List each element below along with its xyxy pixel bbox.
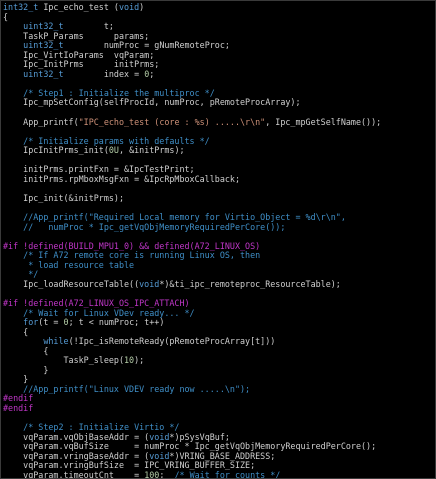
- type-keyword: while: [43, 336, 69, 347]
- string-literal: "IPC_echo_test (core : %s) .....\r\n": [78, 116, 266, 127]
- code-token: , Ipc_mpGetSelfName());: [265, 116, 382, 127]
- code-line: Ipc_loadResourceTable((void*)&ti_ipc_rem…: [3, 278, 381, 290]
- code-line: // numProc * Ipc_getVqObjMemoryRequiredP…: [3, 221, 381, 233]
- code-line: for(t = 0; t < numProc; t++): [3, 317, 381, 328]
- code-token: Ipc_loadResourceTable((: [3, 278, 140, 289]
- code-comment: /* Wait for counts */: [174, 469, 281, 479]
- code-token: index =: [63, 68, 145, 79]
- code-comment: /* Step2 : Initialize Virtio */: [3, 422, 180, 433]
- code-line: uint32_t index = 0;: [3, 68, 381, 80]
- code-token: t;: [63, 21, 114, 32]
- code-token: App_printf(: [3, 116, 79, 127]
- code-token: );: [134, 355, 145, 366]
- code-comment: /* Step1 : Initialize the multiproc */: [3, 87, 215, 98]
- preprocessor-directive: #if !defined(A72_LINUX_OS_IPC_ATTACH): [3, 297, 190, 308]
- code-token: Ipc_echo_test (: [43, 2, 119, 12]
- code-token: ;: [149, 68, 155, 79]
- type-keyword: void: [118, 2, 140, 12]
- code-line: //App_printf("Linux VDEV ready now .....…: [3, 383, 381, 395]
- code-token: }: [3, 364, 49, 375]
- type-keyword: for: [3, 317, 39, 328]
- code-token: vqParam.vringBufSize = IPC_VRING_BUFFER_…: [3, 460, 256, 471]
- preprocessor-directive: #if !defined(BUILD_MPU1_0) && defined(A7…: [3, 240, 261, 251]
- code-token: {: [3, 326, 29, 337]
- preprocessor-directive: #endif: [3, 402, 34, 413]
- code-token: *)&ti_ipc_remoteproc_ResourceTable);: [159, 278, 341, 289]
- code-token: {: [3, 11, 9, 22]
- code-token: *)pSysVqBuf;: [169, 431, 230, 442]
- code-token: Ipc_init(&initPrms);: [3, 192, 125, 203]
- code-token: TaskP_Params params;: [3, 30, 150, 41]
- code-line: while(!Ipc_isRemoteReady(pRemoteProcArra…: [3, 336, 381, 347]
- code-view: int32_t Ipc_echo_test (void){ uint32_t t…: [3, 2, 382, 479]
- code-token: Ipc_mpSetConfig(selfProcId, numProc, pRe…: [3, 97, 301, 108]
- code-comment: */: [3, 269, 39, 280]
- type-keyword: int32_t: [3, 2, 44, 12]
- code-line: Ipc_init(&initPrms);: [3, 192, 381, 204]
- code-token: ; t < numProc; t++): [68, 317, 165, 328]
- code-token: (!Ipc_isRemoteReady(pRemoteProcArray[t])…: [68, 336, 276, 347]
- code-line: TaskP_sleep(10);: [3, 355, 381, 366]
- code-comment: //App_printf("Linux VDEV ready now .....…: [3, 383, 251, 394]
- number-literal: 10: [124, 355, 135, 366]
- code-token: (t =: [38, 317, 64, 328]
- code-line: }: [3, 364, 381, 376]
- code-token: Ipc_InitPrms initPrms;: [3, 59, 160, 70]
- code-line: initPrms.rpMboxMsgFxn = &IpcRpMboxCallba…: [3, 173, 381, 185]
- code-line: * load resource table: [3, 259, 381, 271]
- code-line: #endif: [3, 402, 381, 414]
- code-token: numProc = gNumRemoteProc;: [63, 40, 230, 51]
- code-comment: /* Wait for Linux VDev ready... */: [3, 307, 195, 318]
- code-comment: /* If A72 remote core is running Linux O…: [3, 250, 261, 261]
- code-token: ): [139, 2, 145, 12]
- code-comment: * load resource table: [3, 259, 135, 270]
- type-keyword: void: [139, 278, 160, 289]
- code-token: Ipc_VirtIoParams vqParam;: [3, 49, 155, 60]
- preprocessor-directive: #endif: [3, 393, 34, 404]
- code-token: vqParam.timeoutCnt =: [3, 469, 145, 479]
- code-token: vqParam.vqObjBaseAddr = (: [3, 431, 150, 442]
- code-token: initPrms.rpMboxMsgFxn = &IpcRpMboxCallba…: [3, 173, 240, 184]
- code-token: , &initPrms);: [118, 145, 185, 156]
- code-line: int32_t Ipc_echo_test (void): [3, 2, 381, 13]
- code-token: }: [3, 374, 29, 385]
- code-line: App_printf("IPC_echo_test (core : %s) ..…: [3, 116, 382, 128]
- code-editor[interactable]: int32_t Ipc_echo_test (void){ uint32_t t…: [0, 0, 436, 479]
- code-token: ;: [159, 469, 175, 479]
- code-token: vqParam.vringBaseAddr = (: [3, 450, 150, 461]
- code-comment: /* Initialize params with defaults */: [3, 135, 210, 146]
- code-line: Ipc_mpSetConfig(selfProcId, numProc, pRe…: [3, 98, 381, 108]
- number-literal: 0U: [108, 145, 119, 156]
- code-token: TaskP_sleep(: [3, 355, 125, 366]
- code-token: *)VRING_BASE_ADDRESS;: [169, 450, 276, 461]
- type-keyword: void: [149, 450, 170, 461]
- type-keyword: void: [149, 431, 170, 442]
- code-comment: //App_printf("Required Local memory for …: [3, 212, 346, 223]
- code-line: vqParam.timeoutCnt = 100; /* Wait for co…: [3, 469, 381, 479]
- code-line: IpcInitPrms_init(0U, &initPrms);: [3, 145, 381, 156]
- type-keyword: uint32_t: [23, 21, 64, 32]
- code-token: vqParam.vqBufSize = numProc * Ipc_getVqO…: [3, 441, 377, 452]
- type-keyword: uint32_t: [23, 68, 64, 79]
- code-comment: // numProc * Ipc_getVqObjMemoryRequiredP…: [3, 221, 286, 232]
- number-literal: 100: [144, 469, 160, 479]
- code-token: initPrms.printFxn = &IpcTestPrint;: [3, 164, 195, 175]
- code-token: IpcInitPrms_init(: [3, 145, 109, 156]
- code-line: #endif: [3, 394, 381, 404]
- code-token: {: [3, 345, 49, 356]
- type-keyword: uint32_t: [23, 40, 64, 51]
